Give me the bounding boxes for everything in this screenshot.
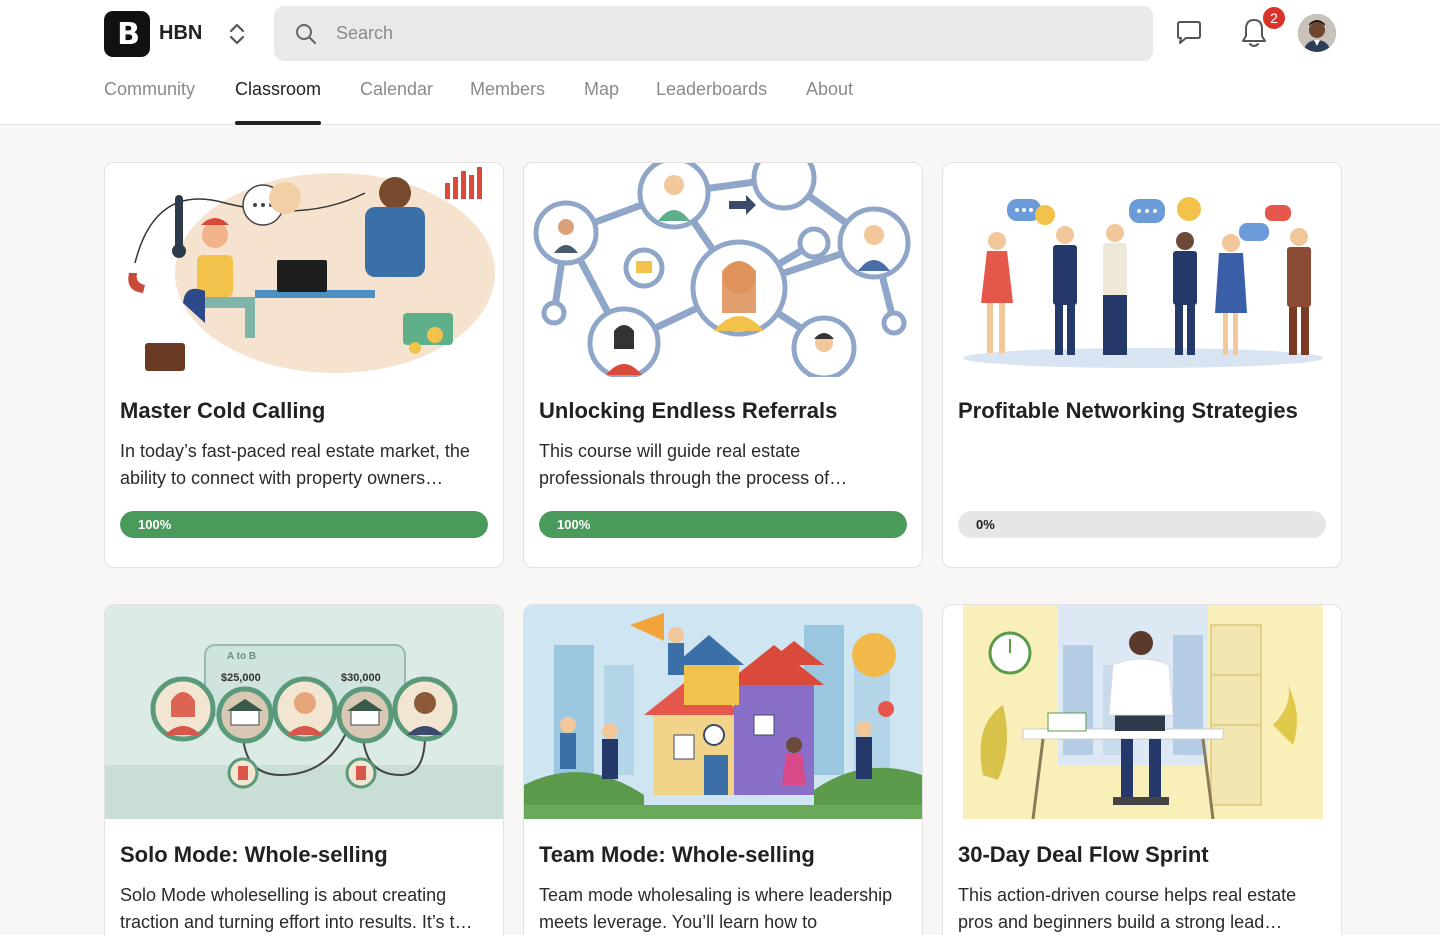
progress-label: 0% [976, 517, 995, 532]
course-title: Unlocking Endless Referrals [539, 398, 838, 423]
progress-label: 100% [557, 517, 591, 532]
progress-fill [539, 511, 907, 538]
course-title: Team Mode: Whole-selling [539, 842, 815, 867]
community-name[interactable]: HBN [159, 22, 202, 45]
course-description: Solo Mode wholeselling is about creating… [120, 885, 473, 932]
course-cover-image [105, 163, 503, 377]
chat-icon[interactable] [1174, 18, 1204, 48]
course-cover-image [943, 163, 1341, 377]
price-label: $25,000 [221, 672, 261, 684]
course-description: This action-driven course helps real est… [958, 885, 1297, 932]
course-description: In today’s fast-paced real estate market… [120, 441, 470, 488]
tab-community[interactable]: Community [104, 79, 195, 125]
tab-members[interactable]: Members [470, 79, 545, 125]
course-card[interactable]: A to B $25,000 $30,000 Solo Mode: Whole-… [104, 604, 504, 935]
price-label: $30,000 [341, 672, 381, 684]
top-header: B HBN 2 Community Classroom Calendar Mem… [0, 0, 1440, 125]
course-title: Master Cold Calling [120, 398, 326, 423]
course-card[interactable]: Master Cold Calling In today’s fast-pace… [104, 162, 504, 568]
tab-calendar[interactable]: Calendar [360, 79, 433, 125]
user-avatar[interactable] [1298, 14, 1336, 52]
tab-about[interactable]: About [806, 79, 853, 125]
search-bar[interactable] [274, 6, 1153, 61]
tab-classroom[interactable]: Classroom [235, 79, 322, 125]
course-progress-bar: 100% [120, 511, 488, 538]
course-cover-image [943, 605, 1341, 819]
course-card[interactable]: 30-Day Deal Flow Sprint This action-driv… [942, 604, 1342, 935]
course-cover-image [524, 605, 922, 819]
course-title: Profitable Networking Strategies [958, 398, 1298, 423]
search-icon [296, 24, 317, 45]
course-description: This course will guide real estate profe… [539, 441, 848, 488]
course-cover-image: A to B $25,000 $30,000 [105, 605, 503, 819]
course-card[interactable]: Team Mode: Whole-selling Team mode whole… [523, 604, 923, 935]
avatar-image [1298, 14, 1336, 52]
community-logo[interactable]: B [104, 11, 150, 57]
course-title: Solo Mode: Whole-selling [120, 842, 388, 867]
course-cover-image [524, 163, 922, 377]
progress-fill [120, 511, 488, 538]
progress-label: 100% [138, 517, 172, 532]
tab-leaderboards[interactable]: Leaderboards [656, 79, 767, 125]
diagram-label: A to B [227, 651, 256, 662]
notification-badge: 2 [1261, 5, 1287, 31]
course-progress-bar: 100% [539, 511, 907, 538]
course-card[interactable]: Profitable Networking Strategies 0% [942, 162, 1342, 568]
course-progress-bar: 0% [958, 511, 1326, 538]
tab-map[interactable]: Map [584, 79, 619, 125]
course-description: Team mode wholesaling is where leadershi… [539, 885, 893, 932]
chevron-updown-icon[interactable] [226, 20, 248, 48]
search-input[interactable] [336, 6, 1116, 61]
course-title: 30-Day Deal Flow Sprint [958, 842, 1209, 867]
course-card[interactable]: Unlocking Endless Referrals This course … [523, 162, 923, 568]
logo-mark: B [117, 16, 140, 52]
